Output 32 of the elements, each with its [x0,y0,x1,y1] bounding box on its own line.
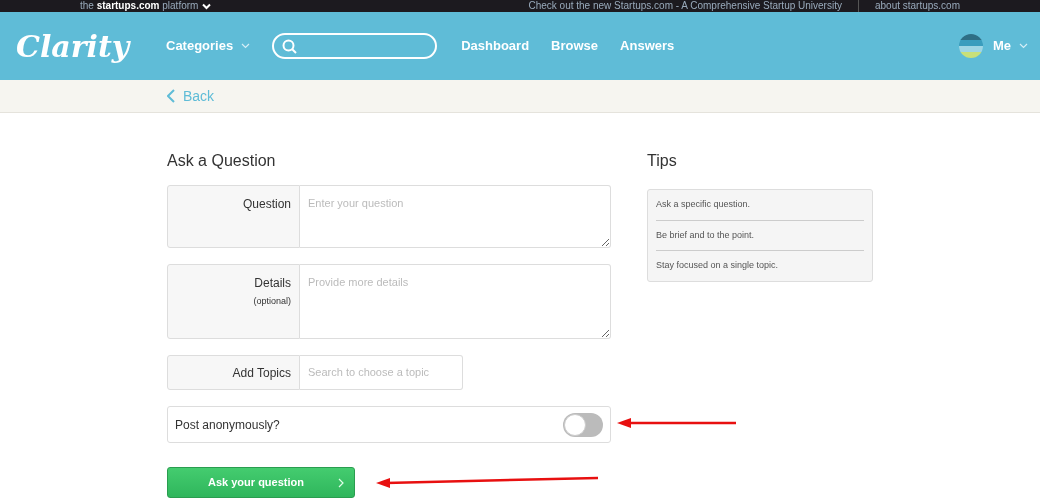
promo-link[interactable]: Check out the new Startups.com - A Comprehensive Startup University [528,0,842,12]
nav-link[interactable]: Categories [166,36,251,56]
search-icon [282,38,298,54]
tips-title: Tips [647,151,678,171]
field-label: Details [253,275,291,292]
search-field[interactable] [272,33,438,59]
field-label: Question [241,196,291,213]
about-link[interactable]: about startups.com [874,0,960,12]
form-title: Ask a Question [167,151,277,171]
toggle-label: Post anonymously? [175,416,280,434]
field-label: Add Topics [232,364,291,382]
back-link[interactable]: Back [167,85,215,107]
submit-button[interactable]: Ask your question [167,467,355,498]
avatar-icon[interactable] [958,34,983,58]
nav-link[interactable]: Answers [620,36,675,56]
nav-link[interactable]: Dashboard [461,36,530,56]
tip-text: Be brief and to the point. [656,220,864,251]
platform-menu[interactable]: the startups.com platform [80,0,199,12]
chevron-right-icon [338,477,344,488]
caret-icon [202,2,212,10]
user-menu[interactable]: Me [992,36,1028,56]
tip-text: Ask a specific question. [656,190,864,221]
toggle-switch[interactable] [563,412,603,437]
tip-text: Stay focused on a single topic. [656,259,780,272]
text-area[interactable]: Provide more details [300,264,611,339]
field-hint: (optional) [252,295,291,308]
text-area[interactable]: Enter your question [300,185,611,248]
caret-icon [1019,43,1028,49]
chevron-left-icon [167,89,175,103]
logo[interactable]: Clarity [16,28,166,64]
nav-link[interactable]: Browse [551,36,599,56]
topic-search-field[interactable]: Search to choose a topic [300,355,463,390]
